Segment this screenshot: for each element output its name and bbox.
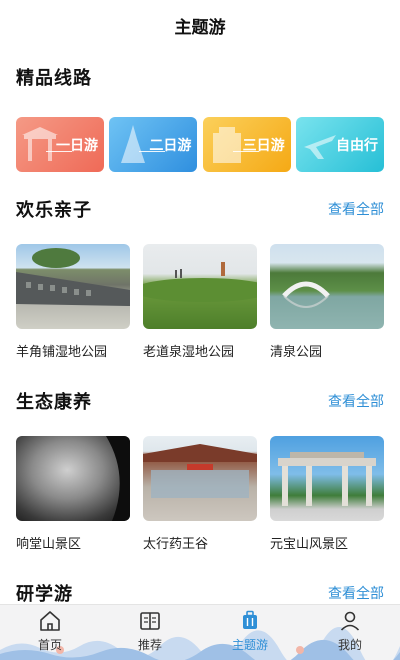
route-label: 一日游 — [56, 137, 98, 154]
tab-label: 推荐 — [137, 638, 162, 652]
wellness-view-all-link[interactable]: 查看全部 — [328, 391, 384, 411]
tab-recommend[interactable]: 推荐 — [120, 609, 180, 659]
attraction-name: 响堂山景区 — [16, 537, 82, 552]
attraction-name: 元宝山风景区 — [270, 537, 349, 552]
family-heading: 欢乐亲子 — [16, 200, 92, 221]
study-view-all-link[interactable]: 查看全部 — [328, 583, 384, 603]
attraction-card[interactable]: 老道泉湿地公园 — [143, 244, 257, 360]
attraction-card[interactable]: 太行药王谷 — [143, 436, 257, 552]
route-two-day[interactable]: 二日游 — [109, 117, 198, 172]
featured-section-header: 精品线路 — [16, 64, 384, 90]
attraction-photo — [143, 244, 257, 329]
attraction-photo — [270, 244, 384, 329]
top-bar: 主题游 — [0, 0, 400, 50]
route-three-day[interactable]: 三日游 — [202, 117, 291, 172]
route-list: 一日游 二日游 三日游 自由行 — [16, 117, 384, 172]
tab-mine[interactable]: 我的 — [320, 609, 380, 659]
featured-heading: 精品线路 — [16, 68, 92, 89]
tab-label: 我的 — [337, 638, 362, 652]
attraction-photo — [143, 436, 257, 521]
gate-icon — [22, 127, 58, 161]
tab-label: 首页 — [37, 638, 62, 652]
attraction-name: 清泉公园 — [270, 345, 323, 360]
home-icon — [40, 611, 60, 631]
tab-theme-tour[interactable]: 主题游 — [220, 609, 280, 659]
attraction-card[interactable]: 羊角铺湿地公园 — [16, 244, 130, 360]
study-section-header: 研学游 查看全部 — [16, 580, 384, 606]
attraction-name: 太行药王谷 — [143, 537, 209, 552]
route-free-travel[interactable]: 自由行 — [295, 117, 384, 172]
attraction-photo — [16, 436, 130, 521]
attraction-name: 羊角铺湿地公园 — [16, 345, 108, 360]
building-icon — [212, 127, 241, 163]
family-view-all-link[interactable]: 查看全部 — [328, 199, 384, 219]
family-card-list: 羊角铺湿地公园 老道泉湿地公园 清泉公园 — [16, 244, 384, 360]
wellness-card-list: 响堂山景区 太行药王谷 元宝山风景区 — [16, 436, 384, 552]
route-one-day[interactable]: 一日游 — [16, 117, 104, 172]
study-heading: 研学游 — [16, 584, 73, 605]
attraction-card[interactable]: 响堂山景区 — [16, 436, 130, 552]
attraction-photo — [270, 436, 384, 521]
route-label: 自由行 — [335, 137, 378, 154]
bottom-tab-bar: 首页 推荐 主题游 我的 — [0, 604, 400, 660]
tab-label: 主题游 — [231, 638, 268, 652]
suitcase-icon — [243, 610, 257, 629]
wellness-section-header: 生态康养 查看全部 — [16, 388, 384, 414]
route-label: 二日游 — [149, 137, 192, 154]
page-title: 主题游 — [174, 17, 226, 38]
wellness-heading: 生态康养 — [16, 392, 92, 413]
route-label: 三日游 — [242, 137, 285, 154]
airplane-icon — [303, 135, 336, 159]
family-section-header: 欢乐亲子 查看全部 — [16, 196, 384, 222]
user-icon — [340, 611, 360, 631]
book-icon — [140, 612, 160, 630]
attraction-name: 老道泉湿地公园 — [143, 345, 235, 360]
attraction-card[interactable]: 元宝山风景区 — [270, 436, 384, 552]
tower-icon — [121, 125, 146, 163]
attraction-card[interactable]: 清泉公园 — [270, 244, 384, 360]
attraction-photo — [16, 244, 130, 329]
tab-home[interactable]: 首页 — [20, 609, 80, 659]
